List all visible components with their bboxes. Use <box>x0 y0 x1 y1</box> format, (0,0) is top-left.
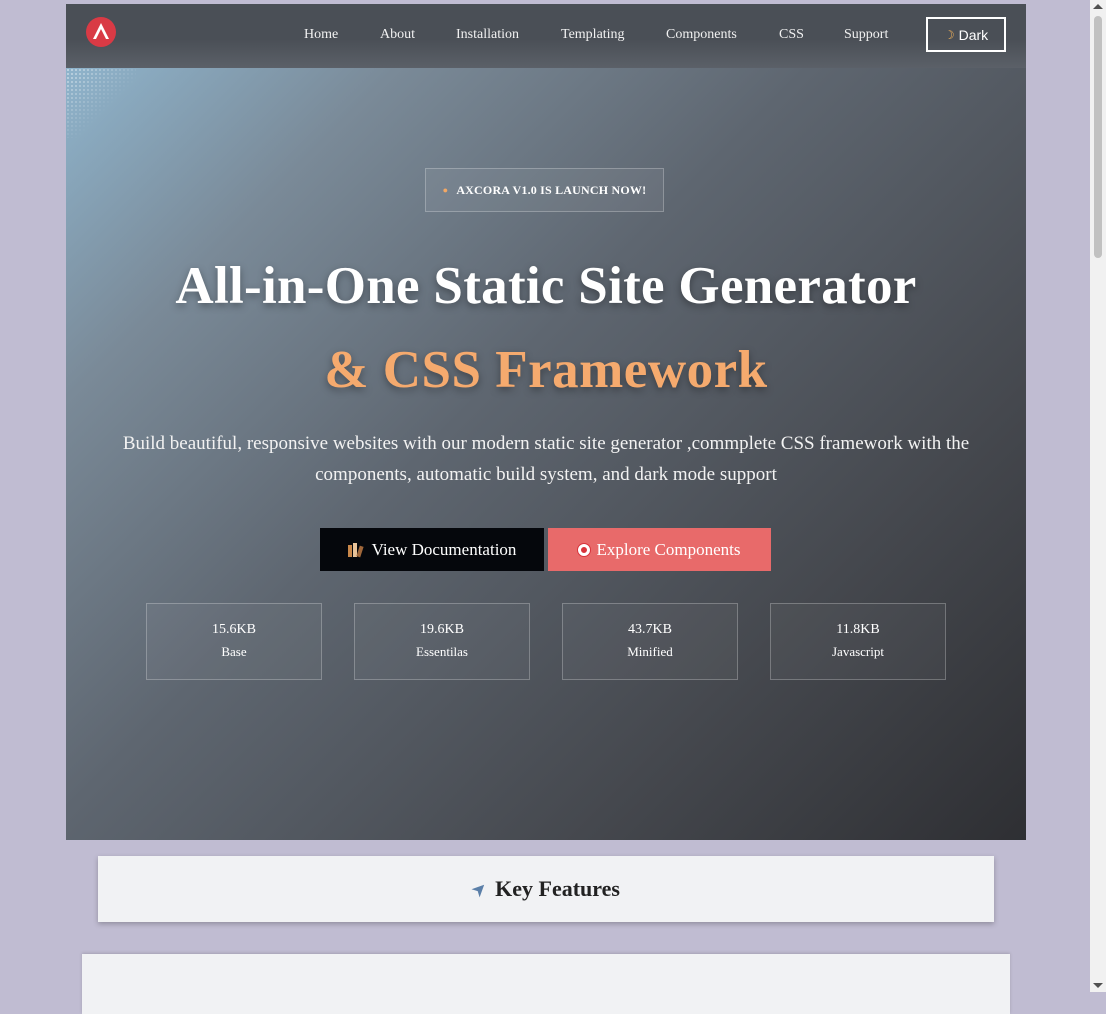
nav-link-templating[interactable]: Templating <box>561 27 625 43</box>
stat-label: Javascript <box>832 644 884 659</box>
vertical-scrollbar[interactable] <box>1090 0 1106 992</box>
dot-pattern-decoration <box>66 68 136 138</box>
theme-toggle-button[interactable]: ☽ Dark <box>926 17 1006 52</box>
view-documentation-label: View Documentation <box>371 539 517 559</box>
theme-toggle-label: Dark <box>958 26 989 43</box>
stat-label: Minified <box>627 644 673 659</box>
nav-link-css[interactable]: CSS <box>779 27 804 43</box>
stat-card-minified: 43.7KB Minified <box>562 603 738 680</box>
nav-link-home[interactable]: Home <box>304 27 338 43</box>
stat-card-essentials: 19.6KB Essentilas <box>354 603 530 680</box>
stat-value: 15.6KB <box>212 622 256 637</box>
scroll-thumb[interactable] <box>1094 16 1102 258</box>
nav-link-about[interactable]: About <box>380 27 415 43</box>
scroll-down-icon[interactable] <box>1093 983 1103 988</box>
launch-badge-text: AXCORA V1.0 IS LAUNCH NOW! <box>456 182 647 197</box>
hero-title: All-in-One Static Site Generator <box>175 257 917 315</box>
stat-value: 11.8KB <box>836 622 880 637</box>
rocket-icon: ➤ <box>466 876 492 902</box>
nav-link-components[interactable]: Components <box>666 27 737 43</box>
launch-badge: ● AXCORA V1.0 IS LAUNCH NOW! <box>425 168 664 212</box>
explore-components-label: Explore Components <box>596 539 741 559</box>
books-icon <box>347 542 366 557</box>
navbar: Home About Installation Templating Compo… <box>66 4 1026 68</box>
scroll-up-icon[interactable] <box>1093 4 1103 9</box>
stat-label: Essentilas <box>416 644 468 659</box>
stat-value: 43.7KB <box>628 622 672 637</box>
key-features-title: Key Features <box>495 876 620 901</box>
explore-components-button[interactable]: Explore Components <box>548 528 771 571</box>
axcora-logo-icon[interactable] <box>86 17 116 47</box>
stat-card-base: 15.6KB Base <box>146 603 322 680</box>
sparkle-icon: ● <box>442 185 449 195</box>
page-container: Home About Installation Templating Compo… <box>66 4 1026 840</box>
stat-value: 19.6KB <box>420 622 464 637</box>
key-features-header: ➤ Key Features <box>98 856 994 922</box>
features-content-card <box>82 954 1010 1014</box>
target-icon <box>578 543 591 556</box>
moon-icon: ☽ <box>943 27 955 42</box>
stat-card-javascript: 11.8KB Javascript <box>770 603 946 680</box>
view-documentation-button[interactable]: View Documentation <box>320 528 544 571</box>
nav-link-support[interactable]: Support <box>844 27 888 43</box>
nav-link-installation[interactable]: Installation <box>456 27 519 43</box>
hero-description: Build beautiful, responsive websites wit… <box>122 433 970 485</box>
stat-label: Base <box>221 644 247 659</box>
hero-subtitle: & CSS Framework <box>324 341 768 399</box>
